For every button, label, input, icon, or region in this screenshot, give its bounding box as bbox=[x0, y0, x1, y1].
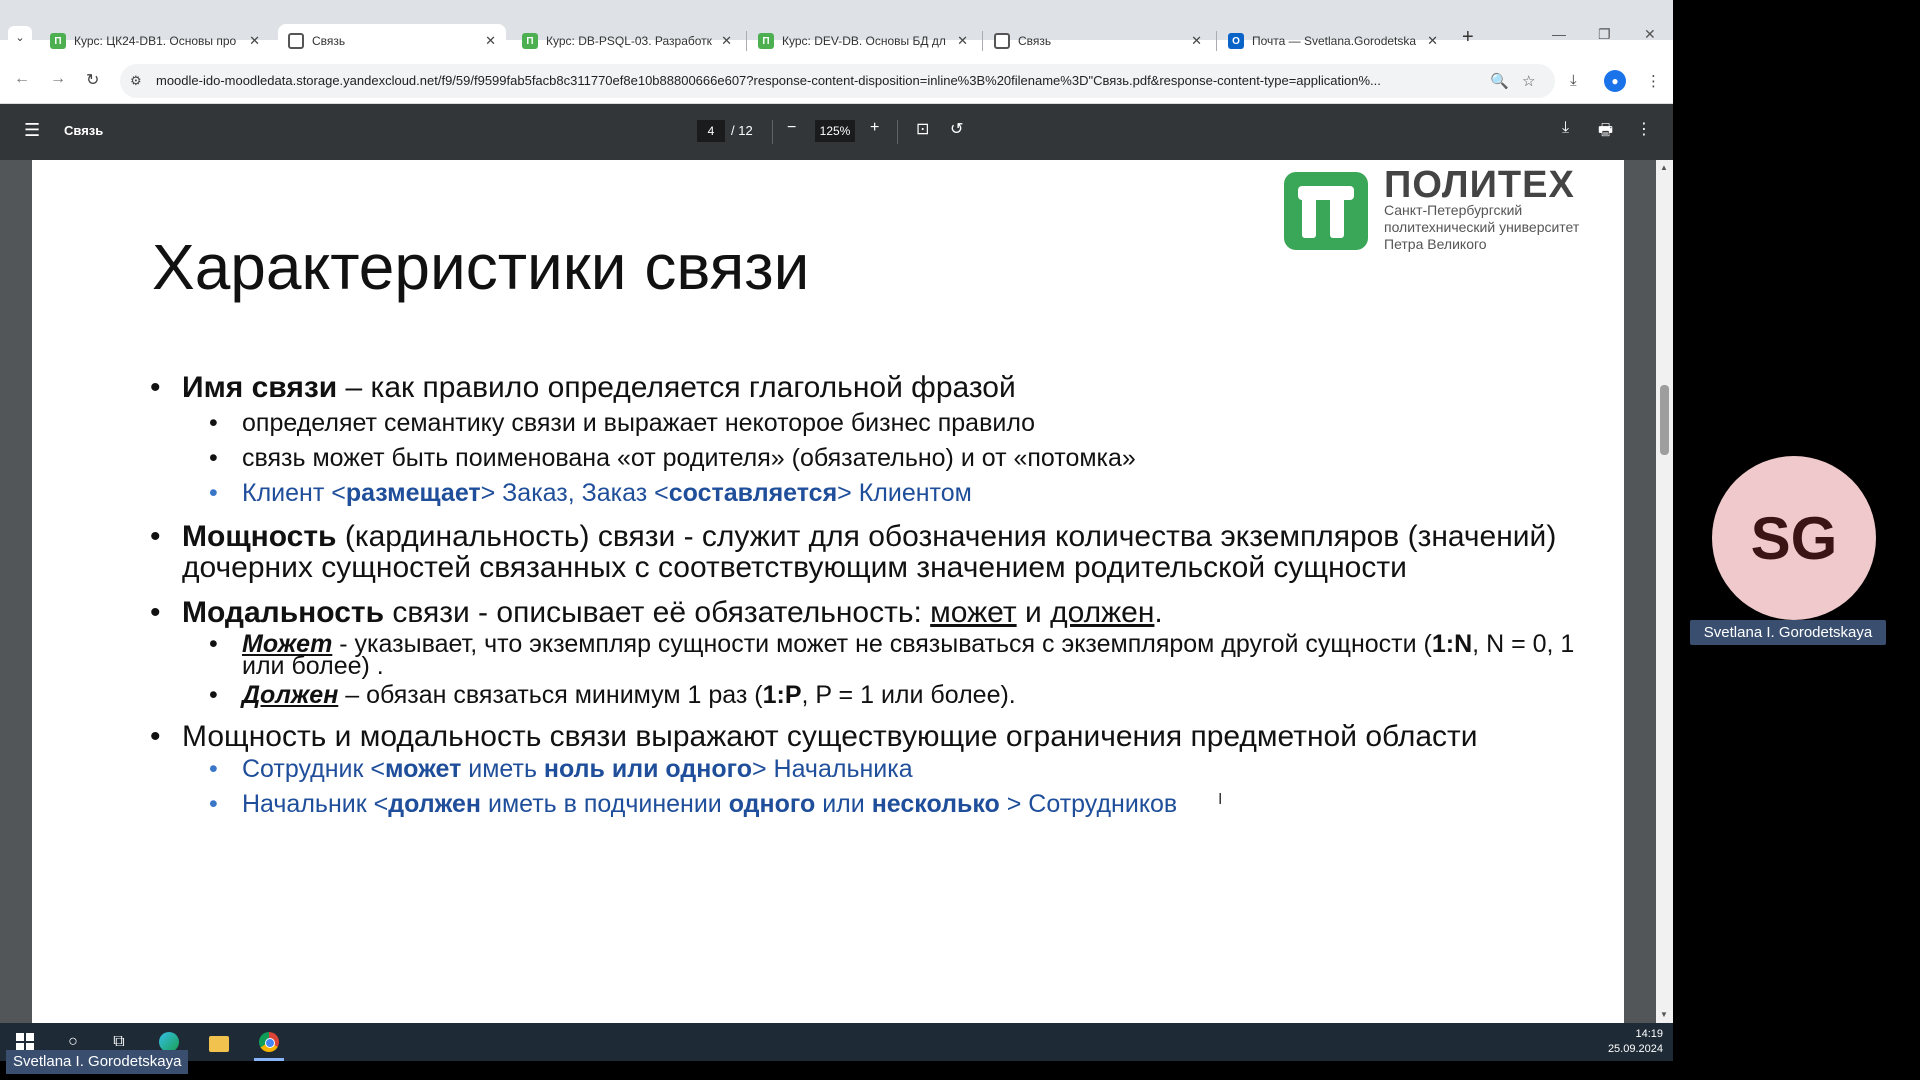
profile-avatar-icon[interactable]: ● bbox=[1604, 70, 1626, 92]
sub-bullet: • связь может быть поименована «от родите… bbox=[209, 444, 1136, 472]
new-tab-button[interactable]: + bbox=[1462, 26, 1474, 49]
close-icon[interactable]: ✕ bbox=[249, 33, 260, 49]
polytech-logo-icon bbox=[1284, 172, 1368, 250]
download-icon[interactable]: ⤓ bbox=[1570, 72, 1577, 89]
globe-icon bbox=[994, 33, 1010, 49]
scroll-up-icon[interactable]: ▲ bbox=[1660, 163, 1668, 172]
reload-icon[interactable]: ↻ bbox=[86, 70, 99, 90]
system-clock[interactable]: 14:19 25.09.2024 bbox=[1608, 1027, 1663, 1057]
clock-date: 25.09.2024 bbox=[1607, 1043, 1663, 1055]
page-total: / 12 bbox=[731, 123, 753, 138]
pdf-content-area: ПОЛИТЕХ Санкт-Петербургский политехничес… bbox=[0, 160, 1673, 1023]
close-icon[interactable]: ✕ bbox=[485, 33, 496, 49]
tab-course-ck24[interactable]: П Курс: ЦК24-DB1. Основы про ✕ bbox=[40, 24, 270, 58]
rotate-icon[interactable]: ↺ bbox=[950, 119, 963, 139]
tab-mail[interactable]: O Почта — Svetlana.Gorodetska ✕ bbox=[1218, 24, 1448, 58]
pdf-scrollbar[interactable]: ▲ ▼ bbox=[1656, 160, 1673, 1023]
sub-bullet: • определяет семантику связи и выражает н… bbox=[209, 409, 1036, 437]
moodle-icon: П bbox=[50, 33, 66, 49]
pdf-toolbar: ☰ Связь 4 / 12 − 125% + ⊡ ↺ ⤓ 🖶 ⋮ bbox=[0, 104, 1673, 160]
sub-bullet: • Должен – обязан связаться минимум 1 раз… bbox=[209, 681, 1016, 709]
close-icon[interactable]: ✕ bbox=[721, 33, 732, 49]
forward-icon[interactable]: → bbox=[50, 70, 66, 88]
site-info-icon[interactable]: ⚙ bbox=[130, 73, 142, 89]
url-text[interactable]: moodle-ido-moodledata.storage.yandexclou… bbox=[156, 73, 1486, 88]
pdf-title: Связь bbox=[64, 123, 104, 138]
close-icon[interactable]: ✕ bbox=[1191, 33, 1202, 49]
outlook-icon: O bbox=[1228, 33, 1244, 49]
slide-page: ПОЛИТЕХ Санкт-Петербургский политехничес… bbox=[32, 160, 1624, 1023]
window-close-icon[interactable]: ✕ bbox=[1644, 26, 1656, 43]
zoom-out-icon[interactable]: − bbox=[787, 119, 796, 137]
bullet-list: • Имя связи – как правило определяется гл… bbox=[150, 372, 1610, 818]
bullet-relationship-name: • Имя связи – как правило определяется гл… bbox=[150, 371, 1016, 404]
chevron-down-icon: ⌄ bbox=[15, 31, 25, 44]
active-app-indicator bbox=[254, 1058, 284, 1061]
close-icon[interactable]: ✕ bbox=[957, 33, 968, 49]
zoom-icon[interactable]: 🔍 bbox=[1490, 72, 1509, 90]
logo-name: ПОЛИТЕХ bbox=[1384, 164, 1575, 206]
windows-taskbar: ○ ⧉ 14:19 25.09.2024 bbox=[0, 1023, 1673, 1061]
meeting-stage: ⌄ П Курс: ЦК24-DB1. Основы про ✕ Связь ✕… bbox=[0, 0, 1920, 1080]
globe-icon bbox=[288, 33, 304, 49]
bookmark-star-icon[interactable]: ☆ bbox=[1522, 72, 1535, 90]
more-options-icon[interactable]: ⋮ bbox=[1636, 119, 1652, 139]
tab-separator bbox=[1216, 31, 1217, 51]
address-bar[interactable]: ⚙ moodle-ido-moodledata.storage.yandexcl… bbox=[120, 64, 1555, 98]
bullet-constraints: • Мощность и модальность связи выражают с… bbox=[150, 720, 1478, 753]
hamburger-menu-icon[interactable]: ☰ bbox=[24, 120, 40, 141]
logo-subtitle: Санкт-Петербургский политехнический унив… bbox=[1384, 202, 1580, 252]
tab-svyaz-active[interactable]: Связь ✕ bbox=[278, 24, 506, 58]
scroll-down-icon[interactable]: ▼ bbox=[1660, 1010, 1668, 1019]
pdf-download-icon[interactable]: ⤓ bbox=[1562, 119, 1569, 137]
sub-bullet-example: • Начальник <должен иметь в подчинении од… bbox=[209, 790, 1178, 818]
tab-search-button[interactable]: ⌄ bbox=[8, 26, 32, 48]
zoom-in-icon[interactable]: + bbox=[870, 119, 879, 137]
tab-strip: ⌄ П Курс: ЦК24-DB1. Основы про ✕ Связь ✕… bbox=[0, 0, 1673, 58]
page-number-input[interactable]: 4 bbox=[697, 120, 725, 142]
menu-dots-icon[interactable]: ⋮ bbox=[1646, 72, 1661, 90]
tab-svyaz-2[interactable]: Связь ✕ bbox=[984, 24, 1212, 58]
sub-bullet-example: • Сотрудник <может иметь ноль или одного>… bbox=[209, 755, 913, 783]
scroll-thumb[interactable] bbox=[1660, 385, 1669, 455]
chrome-icon[interactable] bbox=[258, 1031, 280, 1053]
tab-course-dev-db[interactable]: П Курс: DEV-DB. Основы БД дл ✕ bbox=[748, 24, 978, 58]
sub-bullet-example: • Клиент <размещает> Заказ, Заказ <состав… bbox=[209, 479, 972, 507]
clock-time: 14:19 bbox=[1635, 1028, 1663, 1040]
file-explorer-icon[interactable] bbox=[208, 1031, 230, 1053]
bullet-modality: • Модальность связи - описывает её обязат… bbox=[150, 596, 1163, 629]
slide-title: Характеристики связи bbox=[152, 231, 810, 303]
moodle-icon: П bbox=[522, 33, 538, 49]
restore-icon[interactable]: ❐ bbox=[1598, 26, 1611, 43]
back-icon[interactable]: ← bbox=[14, 70, 30, 88]
tab-separator bbox=[746, 31, 747, 51]
tab-course-db-psql[interactable]: П Курс: DB-PSQL-03. Разработк ✕ bbox=[512, 24, 742, 58]
zoom-input[interactable]: 125% bbox=[815, 120, 855, 142]
text-cursor-icon: I bbox=[1218, 791, 1223, 808]
participant-avatar: SG bbox=[1712, 456, 1876, 620]
minimize-icon[interactable]: — bbox=[1552, 26, 1566, 42]
bullet-cardinality: • Мощность (кардинальность) связи - служи… bbox=[150, 520, 1557, 584]
shared-screen: ⌄ П Курс: ЦК24-DB1. Основы про ✕ Связь ✕… bbox=[0, 0, 1673, 1061]
toolbar-divider bbox=[897, 120, 898, 144]
tab-separator bbox=[982, 31, 983, 51]
fit-page-icon[interactable]: ⊡ bbox=[916, 119, 929, 139]
toolbar-divider bbox=[772, 120, 773, 144]
sub-bullet: • Может - указывает, что экземпляр сущнос… bbox=[209, 630, 1575, 680]
browser-toolbar: ← → ↻ ⚙ moodle-ido-moodledata.storage.ya… bbox=[0, 58, 1673, 104]
close-icon[interactable]: ✕ bbox=[1427, 33, 1438, 49]
participant-name-tag: Svetlana I. Gorodetskaya bbox=[1690, 620, 1886, 645]
print-icon[interactable]: 🖶 bbox=[1598, 119, 1613, 146]
self-name-tag: Svetlana I. Gorodetskaya bbox=[6, 1050, 189, 1074]
moodle-icon: П bbox=[758, 33, 774, 49]
